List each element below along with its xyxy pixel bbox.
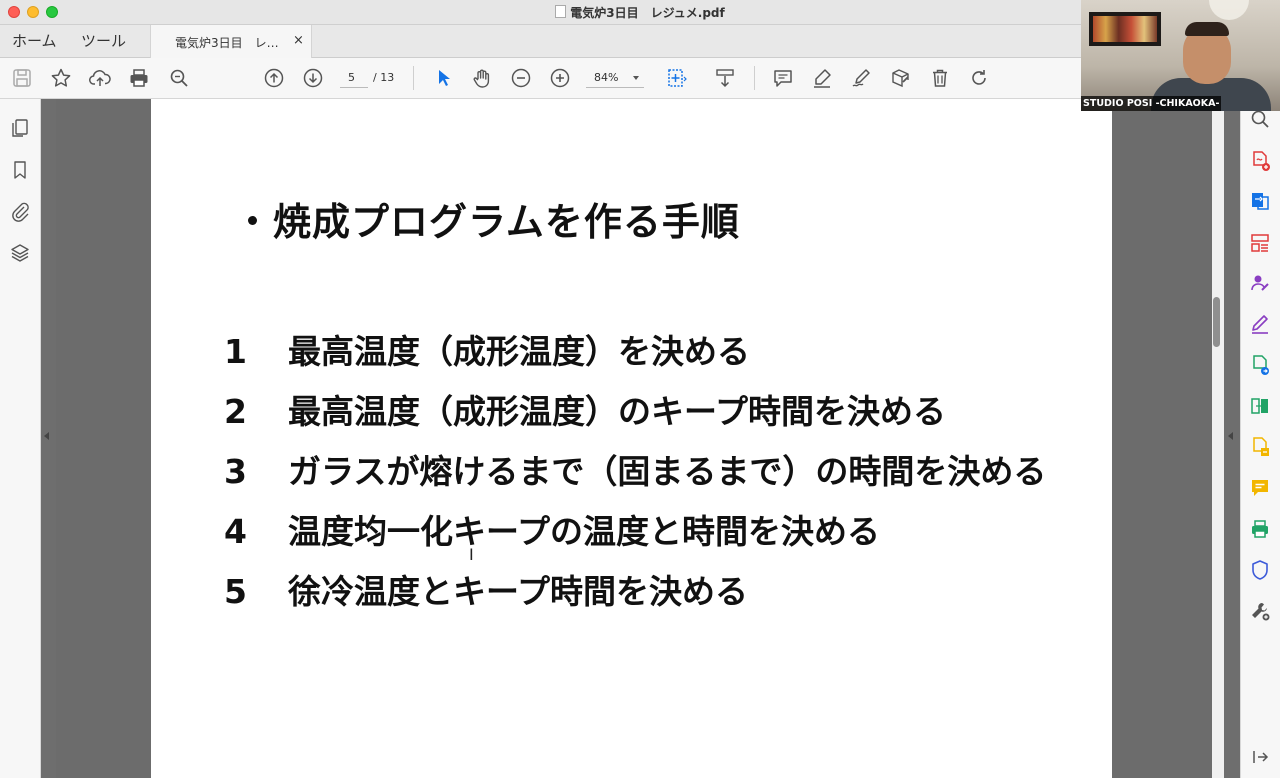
left-sidebar [0, 99, 41, 778]
comment-icon[interactable] [772, 67, 794, 89]
print-icon[interactable] [128, 67, 150, 89]
slide-title: 焼成プログラムを作る手順 [248, 191, 740, 246]
collapse-tools-panel-icon[interactable] [1249, 746, 1271, 768]
tab-tools[interactable]: ツール [81, 30, 126, 51]
bookmark-icon[interactable] [9, 159, 31, 181]
step-text: 最高温度（成形温度）のキープ時間を決める [288, 392, 947, 431]
attachment-paperclip-icon[interactable] [9, 200, 31, 222]
fit-page-icon[interactable] [665, 67, 687, 89]
slide-title-text: 焼成プログラムを作る手順 [273, 200, 740, 244]
tab-close-icon[interactable]: × [293, 33, 304, 48]
send-file-icon[interactable] [1249, 354, 1271, 376]
step-text: ガラスが熔けるまで（固まるまで）の時間を決める [288, 452, 1047, 491]
step-text: 最高温度（成形温度）を決める [288, 332, 750, 371]
page-total: / 13 [373, 71, 395, 84]
scrollbar-thumb[interactable] [1213, 297, 1220, 347]
print-production-icon[interactable] [1249, 518, 1271, 540]
webcam-video-overlay: STUDIO POSI -CHIKAOKA- [1081, 0, 1280, 111]
tab-document[interactable]: 電気炉3日目 レ… × [150, 25, 312, 58]
zoom-out-icon[interactable] [510, 67, 532, 89]
comment-tool-icon[interactable] [1249, 477, 1271, 499]
next-page-icon[interactable] [302, 67, 324, 89]
layers-icon[interactable] [9, 242, 31, 264]
text-cursor-icon: I [469, 545, 474, 564]
highlighter-icon[interactable] [811, 67, 833, 89]
pdf-page: 焼成プログラムを作る手順 1 最高温度（成形温度）を決める 2 最高温度（成形温度）… [151, 99, 1112, 778]
select-cursor-icon[interactable] [433, 67, 455, 89]
tab-home[interactable]: ホーム [12, 30, 57, 51]
sign-pen-icon[interactable] [850, 67, 872, 89]
delete-trash-icon[interactable] [929, 67, 951, 89]
page-thumbnails-icon[interactable] [9, 117, 31, 139]
step-number: 4 [224, 512, 247, 551]
wall-poster-art [1093, 16, 1157, 42]
create-pdf-icon[interactable] [1249, 150, 1271, 172]
window-title-text: 電気炉3日目 レジュメ.pdf [570, 6, 725, 20]
hand-tool-icon[interactable] [471, 67, 493, 89]
compare-files-icon[interactable] [1249, 395, 1271, 417]
protect-shield-icon[interactable] [1249, 559, 1271, 581]
step-number: 2 [224, 392, 247, 431]
toolbar-divider [413, 66, 414, 90]
scroll-mode-icon[interactable] [714, 67, 736, 89]
star-icon[interactable] [50, 67, 72, 89]
zoom-search-icon[interactable] [168, 67, 190, 89]
step-number: 1 [224, 332, 247, 371]
step-number: 3 [224, 452, 247, 491]
step-item: 5 徐冷温度とキープ時間を決める [224, 565, 748, 613]
bullet-icon [248, 216, 257, 225]
step-item: 1 最高温度（成形温度）を決める [224, 325, 750, 373]
toolbar-divider [754, 66, 755, 90]
document-icon [555, 5, 567, 18]
export-pdf-icon[interactable] [1249, 190, 1271, 212]
step-item: 3 ガラスが熔けるまで（固まるまで）の時間を決める [224, 445, 1046, 493]
step-text: 温度均一化キープの温度と時間を決める [288, 512, 881, 551]
previous-page-icon[interactable] [263, 67, 285, 89]
zoom-dropdown-chevron-icon[interactable] [633, 76, 639, 80]
tab-document-label: 電気炉3日目 レ… [175, 36, 279, 50]
collapse-right-panel-icon[interactable] [1228, 432, 1233, 440]
step-number: 5 [224, 572, 247, 611]
scan-ocr-icon[interactable] [1249, 436, 1271, 458]
step-item: 2 最高温度（成形温度）のキープ時間を決める [224, 385, 946, 433]
rotate-icon[interactable] [968, 67, 990, 89]
fill-sign-icon[interactable] [1249, 272, 1271, 294]
search-icon[interactable] [1249, 108, 1271, 130]
more-tools-icon[interactable] [1249, 600, 1271, 622]
page-number-input[interactable]: 5 [340, 68, 368, 88]
vertical-scrollbar[interactable] [1212, 99, 1224, 778]
zoom-in-icon[interactable] [549, 67, 571, 89]
request-signature-icon[interactable] [1249, 313, 1271, 335]
step-text: 徐冷温度とキープ時間を決める [288, 572, 749, 611]
webcam-participant-label: STUDIO POSI -CHIKAOKA- [1081, 96, 1221, 111]
edit-text-icon[interactable] [889, 67, 911, 89]
person-hair [1185, 22, 1229, 36]
save-icon[interactable] [11, 67, 33, 89]
upload-cloud-icon[interactable] [89, 67, 111, 89]
step-item: 4 温度均一化キープの温度と時間を決める [224, 505, 880, 553]
organize-pages-icon[interactable] [1249, 232, 1271, 254]
collapse-left-panel-icon[interactable] [44, 432, 49, 440]
